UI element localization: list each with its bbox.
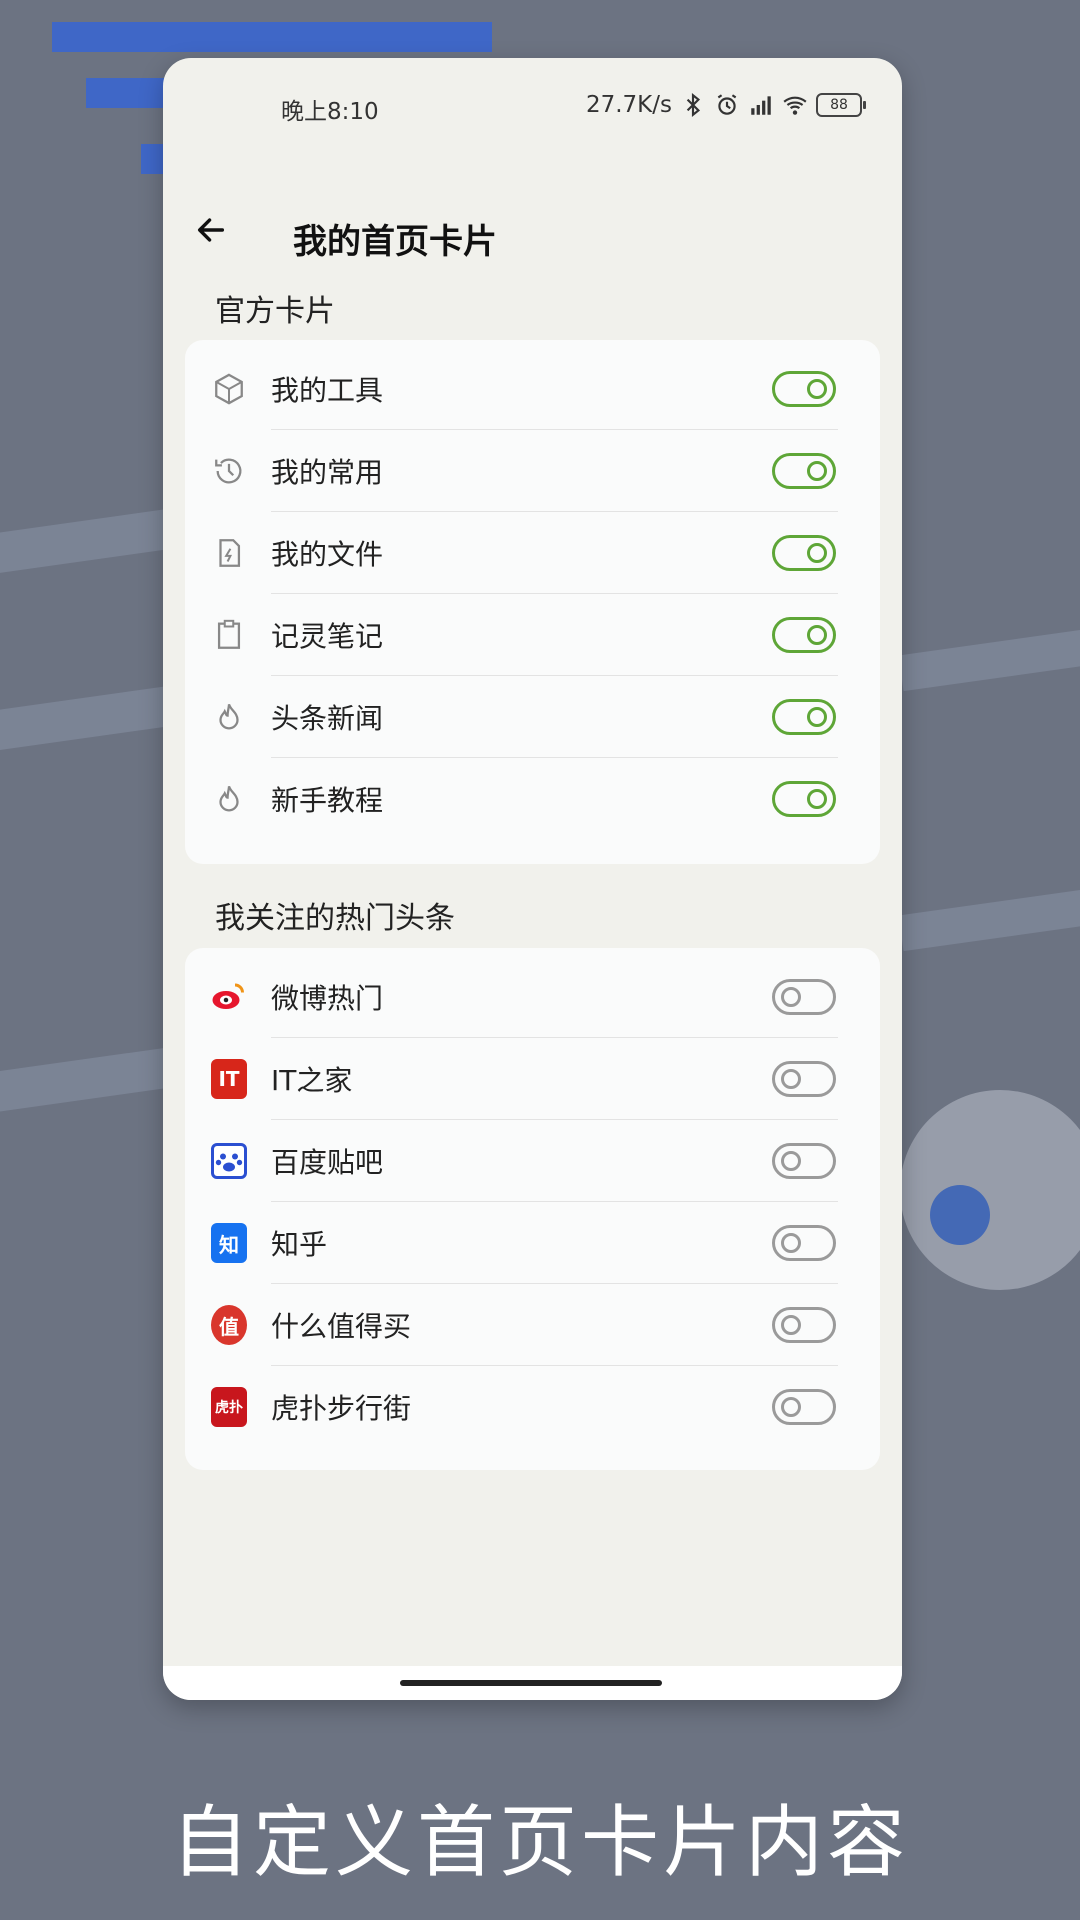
toggle-knob [781, 1315, 801, 1335]
list-item[interactable]: 微博热门 [185, 956, 880, 1038]
toggle-switch[interactable] [772, 979, 836, 1015]
section-title-official: 官方卡片 [215, 294, 335, 329]
item-label: 我的文件 [271, 538, 384, 571]
home-indicator[interactable] [400, 1680, 662, 1686]
background-stripe [898, 884, 1080, 952]
list-item[interactable]: 值 什么值得买 [185, 1284, 880, 1366]
toggle-switch[interactable] [772, 1061, 836, 1097]
weibo-icon [211, 979, 247, 1015]
list-item[interactable]: 记灵笔记 [185, 594, 880, 676]
toggle-knob [781, 1397, 801, 1417]
item-label: 知乎 [271, 1228, 328, 1261]
toggle-switch[interactable] [772, 1143, 836, 1179]
arrow-left-icon [197, 218, 225, 242]
flame-icon [211, 781, 247, 817]
toggle-switch[interactable] [772, 1307, 836, 1343]
item-label: 我的工具 [271, 374, 384, 407]
status-icons: 27.7K/s 88 [585, 92, 866, 118]
item-label: 我的常用 [271, 456, 384, 489]
toggle-switch[interactable] [772, 1225, 836, 1261]
promo-caption: 自定义首页卡片内容 [170, 1798, 909, 1888]
toggle-switch[interactable] [772, 699, 836, 735]
hot-headlines-list: 微博热门 IT IT之家 百度贴吧 知 知乎 值 什么值得买 虎扑 虎扑步行街 [185, 948, 880, 1470]
toggle-knob [807, 543, 827, 563]
item-label: 微博热门 [271, 982, 384, 1015]
list-item[interactable]: 新手教程 [185, 758, 880, 840]
alarm-icon [717, 94, 737, 115]
smzdm-logo: 值 [211, 1305, 247, 1345]
app-bar: 我的首页卡片 [163, 178, 902, 262]
toggle-switch[interactable] [772, 1389, 836, 1425]
hupu-icon: 虎扑 [211, 1387, 247, 1427]
smzdm-icon: 值 [211, 1305, 247, 1345]
background-circle [900, 1090, 1080, 1290]
battery-icon: 88 [816, 93, 866, 117]
toggle-knob [807, 625, 827, 645]
item-label: 什么值得买 [271, 1310, 412, 1343]
list-item[interactable]: 虎扑 虎扑步行街 [185, 1366, 880, 1448]
toggle-knob [807, 461, 827, 481]
signal-icon [751, 96, 771, 115]
baidu-tieba-icon [211, 1143, 247, 1179]
ithome-logo: IT [211, 1059, 247, 1099]
ithome-icon: IT [211, 1059, 247, 1099]
item-label: 新手教程 [271, 784, 384, 817]
toggle-knob [807, 707, 827, 727]
toggle-knob [781, 1069, 801, 1089]
status-bar: 晚上8:10 27.7K/s 88 [163, 58, 902, 164]
toggle-knob [807, 379, 827, 399]
item-label: 百度贴吧 [271, 1146, 384, 1179]
list-item[interactable]: 我的常用 [185, 430, 880, 512]
toggle-switch[interactable] [772, 371, 836, 407]
background-stripe [898, 624, 1080, 692]
background-dot [930, 1185, 990, 1245]
toggle-knob [781, 987, 801, 1007]
flame-icon [211, 699, 247, 735]
official-cards-list: 我的工具 我的常用 我的文件 记灵笔记 头条新闻 新手教程 [185, 340, 880, 864]
status-time: 晚上8:10 [281, 99, 379, 125]
toggle-switch[interactable] [772, 453, 836, 489]
toggle-switch[interactable] [772, 535, 836, 571]
item-label: IT之家 [271, 1064, 353, 1097]
item-label: 头条新闻 [271, 702, 384, 735]
back-button[interactable] [189, 208, 233, 252]
item-label: 虎扑步行街 [271, 1392, 412, 1425]
section-title-hot: 我关注的热门头条 [215, 901, 455, 936]
list-item[interactable]: 百度贴吧 [185, 1120, 880, 1202]
phone-screen: 晚上8:10 27.7K/s 88 我的首页卡片 官方卡片 我的工具 我的常用 … [163, 58, 902, 1700]
cube-icon [211, 371, 247, 407]
bluetooth-icon [686, 92, 701, 118]
clipboard-icon [211, 617, 247, 653]
list-item[interactable]: 头条新闻 [185, 676, 880, 758]
list-item[interactable]: IT IT之家 [185, 1038, 880, 1120]
list-item[interactable]: 我的工具 [185, 348, 880, 430]
list-item[interactable]: 我的文件 [185, 512, 880, 594]
page-title: 我的首页卡片 [293, 222, 497, 262]
wifi-icon [783, 96, 807, 115]
list-item[interactable]: 知 知乎 [185, 1202, 880, 1284]
toggle-switch[interactable] [772, 781, 836, 817]
background-bar [52, 22, 492, 52]
item-label: 记灵笔记 [271, 620, 384, 653]
network-speed: 27.7K/s [585, 92, 672, 118]
toggle-switch[interactable] [772, 617, 836, 653]
toggle-knob [781, 1233, 801, 1253]
hupu-logo: 虎扑 [211, 1387, 247, 1427]
toggle-knob [781, 1151, 801, 1171]
history-icon [211, 453, 247, 489]
file-icon [211, 535, 247, 571]
zhihu-logo: 知 [211, 1223, 247, 1263]
toggle-knob [807, 789, 827, 809]
zhihu-icon: 知 [211, 1223, 247, 1263]
